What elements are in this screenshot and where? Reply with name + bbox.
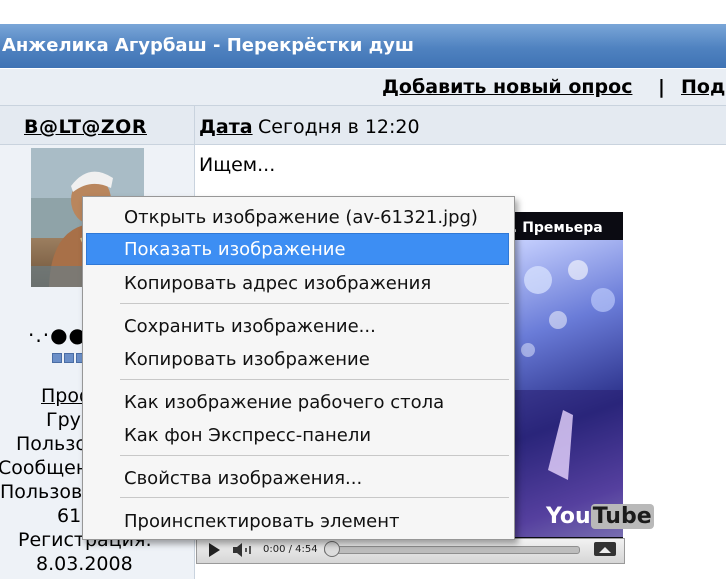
menu-separator xyxy=(120,497,509,498)
registration-date: 8.03.2008 xyxy=(36,553,133,575)
rank-dots: ·.·●● xyxy=(28,323,87,347)
video-time: 0:00 / 4:54 xyxy=(263,544,318,555)
post-body-text: Ищем... xyxy=(199,154,276,176)
menu-item-label: Свойства изображения... xyxy=(124,468,363,489)
rep-square xyxy=(64,353,74,363)
action-separator: | xyxy=(658,76,665,98)
menu-item-show-image[interactable]: Показать изображение xyxy=(86,233,509,265)
user-line: Пользо xyxy=(16,433,87,455)
menu-item-speed-dial-background[interactable]: Как фон Экспресс-панели xyxy=(86,419,509,449)
user-count: 61 xyxy=(57,505,82,527)
topic-title: Анжелика Агурбаш - Перекрёстки душ xyxy=(2,35,414,56)
rep-square xyxy=(52,353,62,363)
menu-item-label: Копировать адрес изображения xyxy=(124,273,432,294)
post-date: Сегодня в 12:20 xyxy=(258,116,420,138)
menu-separator xyxy=(120,455,509,456)
menu-item-label: Открыть изображение (av-61321.jpg) xyxy=(124,207,478,228)
video-frame-art xyxy=(508,260,623,537)
seek-handle[interactable] xyxy=(324,541,340,557)
menu-item-copy-image[interactable]: Копировать изображение xyxy=(86,343,509,373)
menu-separator xyxy=(120,303,509,304)
menu-separator xyxy=(120,379,509,380)
expand-icon[interactable] xyxy=(594,542,616,556)
next-action-link[interactable]: Под xyxy=(681,76,725,98)
menu-item-label: Показать изображение xyxy=(124,239,346,260)
menu-item-save-image[interactable]: Сохранить изображение... xyxy=(86,310,509,340)
menu-item-image-properties[interactable]: Свойства изображения... xyxy=(86,462,509,492)
menu-item-label: Копировать изображение xyxy=(124,349,370,370)
volume-icon[interactable] xyxy=(231,542,255,558)
youtube-logo-tube: Tube xyxy=(590,504,654,529)
menu-item-set-wallpaper[interactable]: Как изображение рабочего стола xyxy=(86,386,509,416)
seek-bar[interactable] xyxy=(324,546,580,554)
add-poll-link[interactable]: Добавить новый опрос xyxy=(382,76,632,98)
messages-line: Сообщен xyxy=(0,457,89,479)
context-menu: Открыть изображение (av-61321.jpg) Показ… xyxy=(82,196,515,540)
menu-item-label: Сохранить изображение... xyxy=(124,316,376,337)
menu-item-label: Как фон Экспресс-панели xyxy=(124,425,372,446)
menu-item-inspect-element[interactable]: Проинспектировать элемент xyxy=(86,505,509,535)
youtube-logo-you: You xyxy=(546,504,591,529)
menu-item-open-image[interactable]: Открыть изображение (av-61321.jpg) xyxy=(86,201,509,231)
video-title-overlay: . Премьера xyxy=(512,220,603,236)
menu-item-copy-image-address[interactable]: Копировать адрес изображения xyxy=(86,267,509,297)
username-link[interactable]: B@LT@ZOR xyxy=(24,116,147,138)
user-line-2: Пользов xyxy=(0,481,83,503)
youtube-logo[interactable]: YouTube xyxy=(546,504,654,529)
menu-item-label: Проинспектировать элемент xyxy=(124,511,400,532)
menu-item-label: Как изображение рабочего стола xyxy=(124,392,445,413)
video-frame xyxy=(508,240,623,537)
play-icon[interactable] xyxy=(205,541,223,559)
date-label-link[interactable]: Дата xyxy=(199,116,253,138)
